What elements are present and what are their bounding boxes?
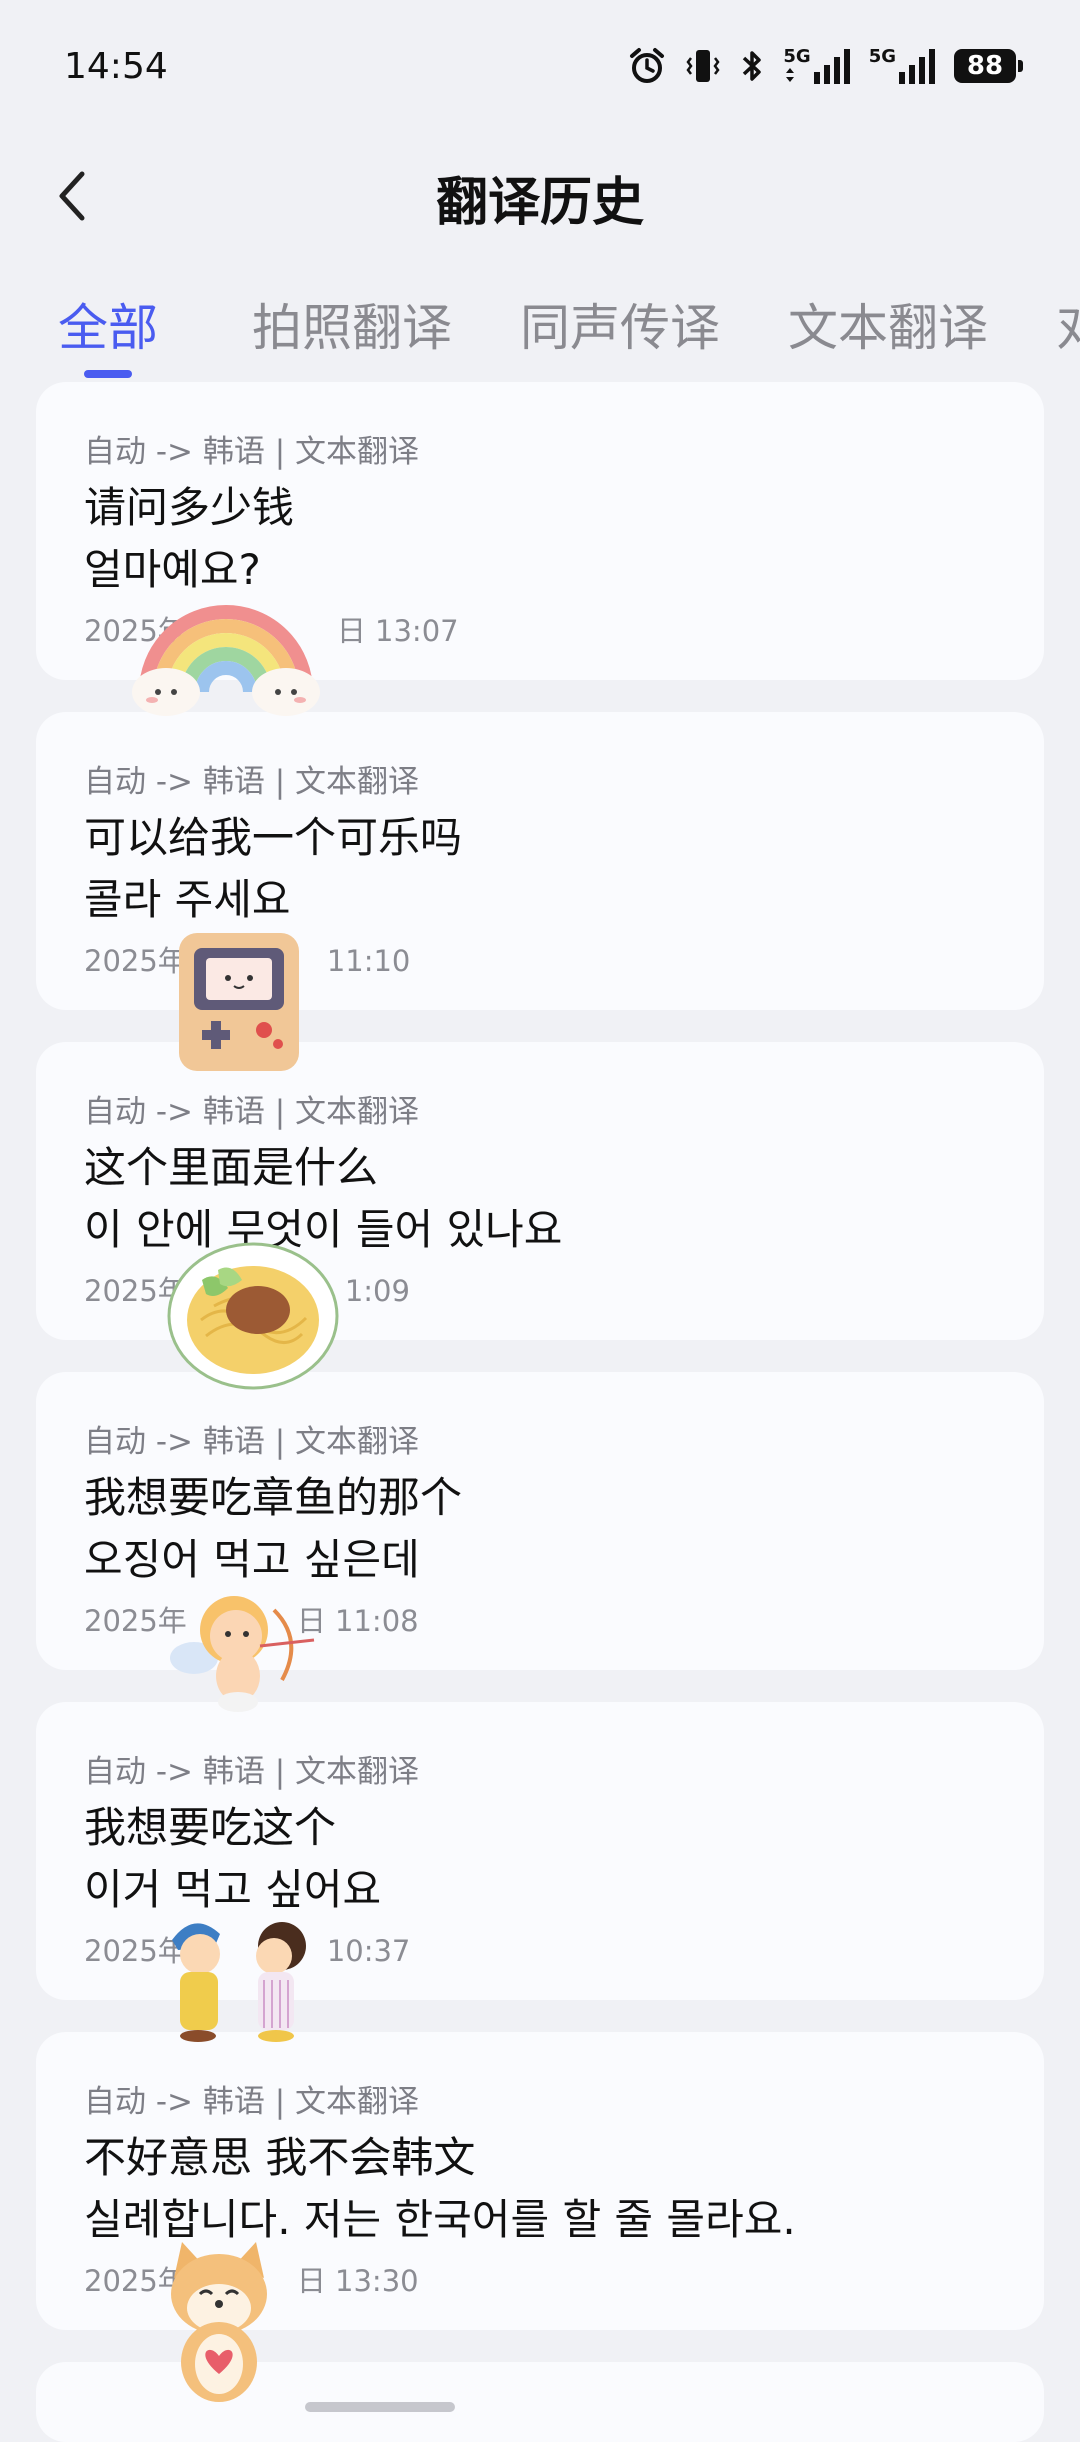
time-prefix: 2025年 [84,2264,187,2298]
tab-active-indicator [84,370,132,378]
status-icons: 5G 5G 88 [627,46,1023,86]
card-source-text: 我想要吃章鱼的那个 [84,1473,463,1522]
tab-bar: 全部 拍照翻译 同声传译 文本翻译 对 [0,282,1080,382]
card-time: 2025年 11:10 [84,938,410,980]
time-suffix: 1:09 [344,1274,410,1308]
card-target-text: 이 안에 무엇이 들어 있나요 [84,1205,563,1254]
card-target-text: 콜라 주세요 [84,875,291,924]
signal-bars-icon-2 [899,49,935,84]
card-target-text: 실례합니다. 저는 한국어를 할 줄 몰라요. [84,2195,796,2244]
card-target-text: 오징어 먹고 싶은데 [84,1535,420,1584]
signal-1: 5G [783,48,850,84]
history-card-partial[interactable] [36,2362,1044,2442]
header: 翻译历史 [0,140,1080,250]
vibrate-icon [686,50,720,82]
card-time: 2025年 10:37 [84,1928,410,1970]
status-time: 14:54 [64,46,168,87]
network-label-1: 5G [783,46,811,67]
scroll-indicator [305,2402,455,2412]
time-suffix: 日 13:30 [296,2264,419,2298]
time-prefix: 2025年 [84,1934,187,1968]
history-card[interactable]: 自动 -> 韩语 | 文本翻译 请问多少钱 얼마예요? 2025年 日 13:07 [36,382,1044,680]
battery-indicator: 88 [954,49,1023,83]
tab-all[interactable]: 全部 [58,288,158,360]
card-meta: 自动 -> 韩语 | 文本翻译 [84,2084,420,2120]
time-prefix: 2025年 [84,614,187,648]
card-time: 2025年 日 11:08 [84,1598,419,1640]
tab-photo-translate[interactable]: 拍照翻译 [252,288,452,360]
card-source-text: 请问多少钱 [84,483,295,532]
time-suffix: 日 13:07 [336,614,459,648]
history-card[interactable]: 自动 -> 韩语 | 文本翻译 我想要吃这个 이거 먹고 싶어요 2025年 10… [36,1702,1044,2000]
tab-text-translate[interactable]: 文本翻译 [788,288,988,360]
card-target-text: 얼마예요? [84,545,261,594]
card-time: 2025年 1:09 [84,1268,410,1310]
time-suffix: 10:37 [326,1934,411,1968]
time-prefix: 2025年 [84,944,187,978]
signal-bars-icon [813,49,850,84]
tab-dialogue[interactable]: 对 [1056,288,1080,360]
card-meta: 自动 -> 韩语 | 文本翻译 [84,1094,420,1130]
status-bar: 14:54 5G 5G 88 [0,0,1080,140]
tab-simultaneous-interpretation[interactable]: 同声传译 [520,288,720,360]
time-suffix: 11:10 [326,944,411,978]
alarm-icon [630,48,665,83]
card-target-text: 이거 먹고 싶어요 [84,1865,382,1914]
time-suffix: 日 11:08 [296,1604,419,1638]
card-time: 2025年 日 13:30 [84,2258,419,2300]
data-arrows-icon [786,68,795,82]
time-prefix: 2025年 [84,1274,187,1308]
card-source-text: 可以给我一个可乐吗 [84,813,463,862]
card-source-text: 我想要吃这个 [84,1803,337,1852]
network-label-2: 5G [868,46,896,67]
signal-2: 5G [869,48,936,84]
history-card[interactable]: 自动 -> 韩语 | 文本翻译 可以给我一个可乐吗 콜라 주세요 2025年 11… [36,712,1044,1010]
bluetooth-icon [743,51,762,81]
history-card[interactable]: 自动 -> 韩语 | 文本翻译 不好意思 我不会韩文 실례합니다. 저는 한국어… [36,2032,1044,2330]
card-time: 2025年 日 13:07 [84,608,459,650]
page-title: 翻译历史 [435,173,644,233]
card-meta: 自动 -> 韩语 | 文本翻译 [84,434,420,470]
card-source-text: 不好意思 我不会韩文 [84,2133,476,2182]
card-meta: 自动 -> 韩语 | 文本翻译 [84,1424,420,1460]
card-meta: 自动 -> 韩语 | 文本翻译 [84,764,420,800]
card-source-text: 这个里面是什么 [84,1143,379,1192]
time-prefix: 2025年 [84,1604,187,1638]
card-meta: 自动 -> 韩语 | 文本翻译 [84,1754,420,1790]
history-card[interactable]: 自动 -> 韩语 | 文本翻译 这个里面是什么 이 안에 무엇이 들어 있나요 … [36,1042,1044,1340]
history-card[interactable]: 自动 -> 韩语 | 文本翻译 我想要吃章鱼的那个 오징어 먹고 싶은데 202… [36,1372,1044,1670]
